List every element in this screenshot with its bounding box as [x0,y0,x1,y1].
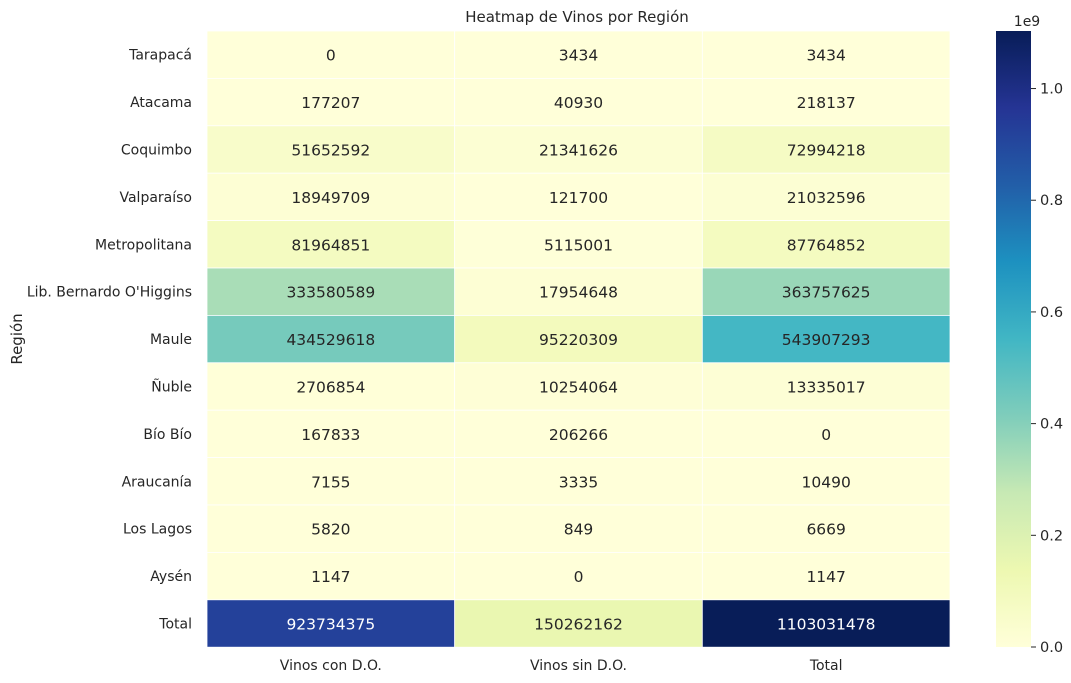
row-label: Total [158,617,192,633]
colorbar-tick-label: 0.2 [1040,528,1063,544]
column-label: Vinos con D.O. [280,658,382,674]
colorbar-tick-label: 0.4 [1040,417,1063,433]
heatmap-chart: Heatmap de Vinos por Región Región 0 3434… [8,8,1063,674]
heatmap-cells: 0 3434 3434 177207 40930 218137 51652592 213416… [206,30,951,648]
cell-value-label: 21032596 [787,189,866,207]
cell-value-label: 333580589 [286,284,375,302]
y-axis-label: Región [8,313,26,364]
cell-value-label: 1147 [806,568,845,586]
cell-value-label: 81964851 [291,236,370,254]
row-label: Los Lagos [123,522,192,538]
colorbar-tick-label: 0.0 [1040,640,1063,656]
row-label: Lib. Bernardo O'Higgins [27,285,192,301]
colorbar-ticks: 0.0 0.2 0.4 0.6 0.8 1.0 [1031,82,1063,656]
cell-value-label: 10490 [802,473,851,491]
cell-value-label: 7155 [311,473,350,491]
cell-value-label: 177207 [301,94,360,112]
cell-value-label: 87764852 [787,236,866,254]
row-label: Tarapacá [128,48,192,64]
cell-value-label: 21341626 [539,142,618,160]
cell-value-label: 17954648 [539,284,618,302]
cell-value-label: 849 [564,521,594,539]
row-labels: Tarapacá Atacama Coquimbo Valparaíso Metropo… [27,48,192,633]
colorbar-tick-label: 0.8 [1040,193,1063,209]
cell-value-label: 40930 [554,94,603,112]
row-label: Metropolitana [95,237,192,253]
cell-value-label: 0 [326,47,336,65]
row-label: Valparaíso [119,190,192,206]
cell-value-label: 1103031478 [777,616,876,634]
cell-value-label: 1147 [311,568,350,586]
cell-value-label: 218137 [797,94,856,112]
row-label: Atacama [130,95,192,111]
cell-value-label: 0 [821,426,831,444]
row-label: Maule [150,332,192,348]
cell-value-label: 6669 [806,521,845,539]
colorbar-tick-label: 1.0 [1040,82,1063,98]
cell-value-label: 434529618 [286,331,375,349]
column-label: Total [809,658,843,674]
cell-value-label: 206266 [549,426,608,444]
cell-value-label: 3335 [559,473,598,491]
cell-value-label: 95220309 [539,331,618,349]
cell-value-label: 13335017 [787,379,866,397]
row-label: Aysén [150,569,192,585]
cell-value-label: 167833 [301,426,360,444]
row-label: Coquimbo [121,143,192,159]
cell-value-label: 923734375 [286,616,375,634]
colorbar [996,31,1031,647]
row-label: Bío Bío [143,427,192,443]
cell-value-label: 72994218 [787,142,866,160]
cell-value-label: 150262162 [534,616,623,634]
cell-value-label: 10254064 [539,379,618,397]
cell-value-label: 2706854 [296,379,365,397]
row-label: Araucanía [122,474,192,490]
cell-value-label: 3434 [806,47,845,65]
cell-value-label: 5820 [311,521,350,539]
cell-value-label: 18949709 [291,189,370,207]
row-label: Ñuble [151,379,192,396]
column-labels: Vinos con D.O. Vinos sin D.O. Total [280,658,843,674]
column-label: Vinos sin D.O. [530,658,627,674]
cell-value-label: 5115001 [544,236,613,254]
cell-value-label: 0 [574,568,584,586]
colorbar-tick-label: 0.6 [1040,305,1063,321]
cell-value-label: 363757625 [782,284,871,302]
cell-value-label: 51652592 [291,142,370,160]
cell-value-label: 543907293 [782,331,871,349]
cell-value-label: 3434 [559,47,598,65]
chart-title: Heatmap de Vinos por Región [465,8,689,26]
colorbar-scale-label: 1e9 [1014,14,1040,30]
cell-value-label: 121700 [549,189,608,207]
